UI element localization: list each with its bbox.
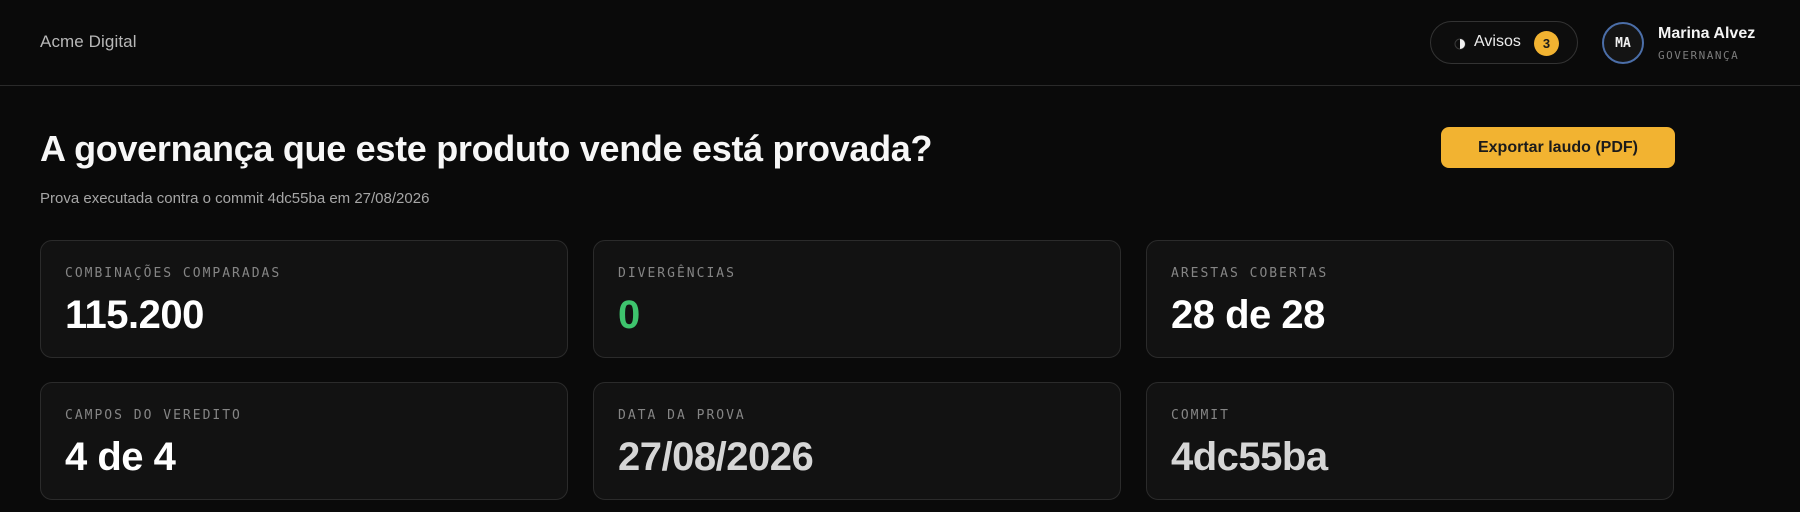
export-report-button[interactable]: Exportar laudo (PDF) [1441, 127, 1675, 168]
user-role: GOVERNANÇA [1658, 49, 1740, 62]
notices-label: Avisos [1474, 33, 1521, 50]
brand-name: Acme Digital [40, 32, 137, 51]
top-bar: Acme Digital Avisos 3 MA Marina Alvez GO… [0, 0, 1800, 86]
metric-card-combinations: COMBINAÇÕES COMPARADAS 115.200 [40, 240, 568, 358]
half-circle-icon [1454, 37, 1466, 50]
metric-value: 115.200 [65, 293, 204, 337]
metric-card-edges: ARESTAS COBERTAS 28 de 28 [1146, 240, 1674, 358]
notices-count-badge: 3 [1534, 31, 1559, 56]
metric-card-divergences: DIVERGÊNCIAS 0 [593, 240, 1121, 358]
metric-value: 4dc55ba [1171, 435, 1328, 479]
page-title: A governança que este produto vende está… [40, 128, 933, 169]
metric-label: DATA DA PROVA [618, 408, 746, 423]
metric-card-proof-date: DATA DA PROVA 27/08/2026 [593, 382, 1121, 500]
notices-button[interactable]: Avisos 3 [1430, 21, 1578, 64]
metric-value: 28 de 28 [1171, 293, 1325, 337]
page-subtitle: Prova executada contra o commit 4dc55ba … [40, 190, 430, 207]
metric-value: 27/08/2026 [618, 435, 814, 479]
metric-label: COMBINAÇÕES COMPARADAS [65, 266, 282, 281]
metric-value: 4 de 4 [65, 435, 176, 479]
metric-label: ARESTAS COBERTAS [1171, 266, 1329, 281]
avatar[interactable]: MA [1602, 22, 1644, 64]
metric-card-commit: COMMIT 4dc55ba [1146, 382, 1674, 500]
metric-label: DIVERGÊNCIAS [618, 266, 736, 281]
metric-label: COMMIT [1171, 408, 1230, 423]
user-name: Marina Alvez [1658, 25, 1756, 42]
metric-label: CAMPOS DO VEREDITO [65, 408, 242, 423]
metric-value: 0 [618, 293, 640, 337]
metric-card-verdict-fields: CAMPOS DO VEREDITO 4 de 4 [40, 382, 568, 500]
